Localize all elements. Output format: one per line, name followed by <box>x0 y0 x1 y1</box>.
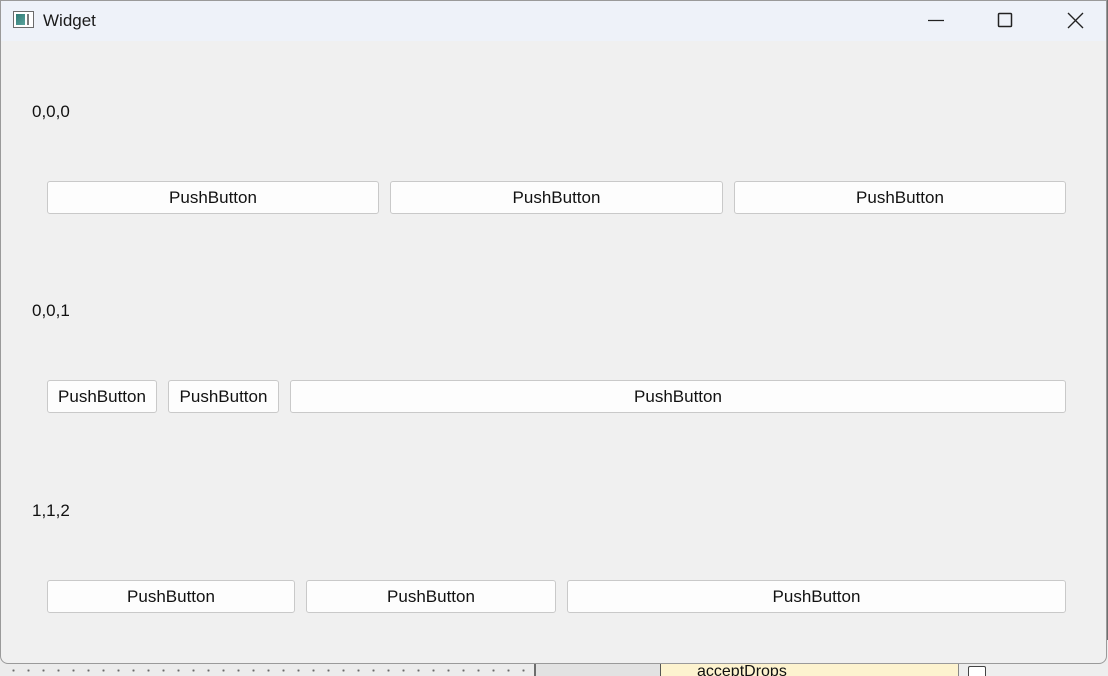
push-button[interactable]: PushButton <box>567 580 1066 613</box>
window-title: Widget <box>43 11 96 30</box>
group-label-stretch-1-1-2: 1,1,2 <box>32 501 70 520</box>
push-button[interactable]: PushButton <box>47 380 157 413</box>
property-checkbox <box>968 666 986 676</box>
group-label-stretch-0-0-0: 0,0,0 <box>32 102 70 121</box>
push-button[interactable]: PushButton <box>734 181 1066 214</box>
maximize-icon <box>997 12 1013 28</box>
push-button[interactable]: PushButton <box>390 181 723 214</box>
minimize-button[interactable] <box>901 1 971 41</box>
widget-window: Widget 0,0,0 PushButton PushButton PushB… <box>0 0 1107 664</box>
close-button[interactable] <box>1040 1 1106 41</box>
close-icon <box>1067 12 1084 29</box>
push-button[interactable]: PushButton <box>290 380 1066 413</box>
push-button[interactable]: PushButton <box>47 580 295 613</box>
push-button[interactable]: PushButton <box>168 380 279 413</box>
group-label-stretch-0-0-1: 0,0,1 <box>32 301 70 320</box>
push-button[interactable]: PushButton <box>306 580 556 613</box>
maximize-button[interactable] <box>971 1 1041 41</box>
title-bar[interactable]: Widget <box>1 1 1106 41</box>
app-window-icon <box>13 11 34 28</box>
push-button[interactable]: PushButton <box>47 181 379 214</box>
property-name: acceptDrops <box>697 663 787 676</box>
minimize-icon <box>928 19 944 22</box>
widget-content: 0,0,0 PushButton PushButton PushButton 0… <box>1 41 1106 663</box>
